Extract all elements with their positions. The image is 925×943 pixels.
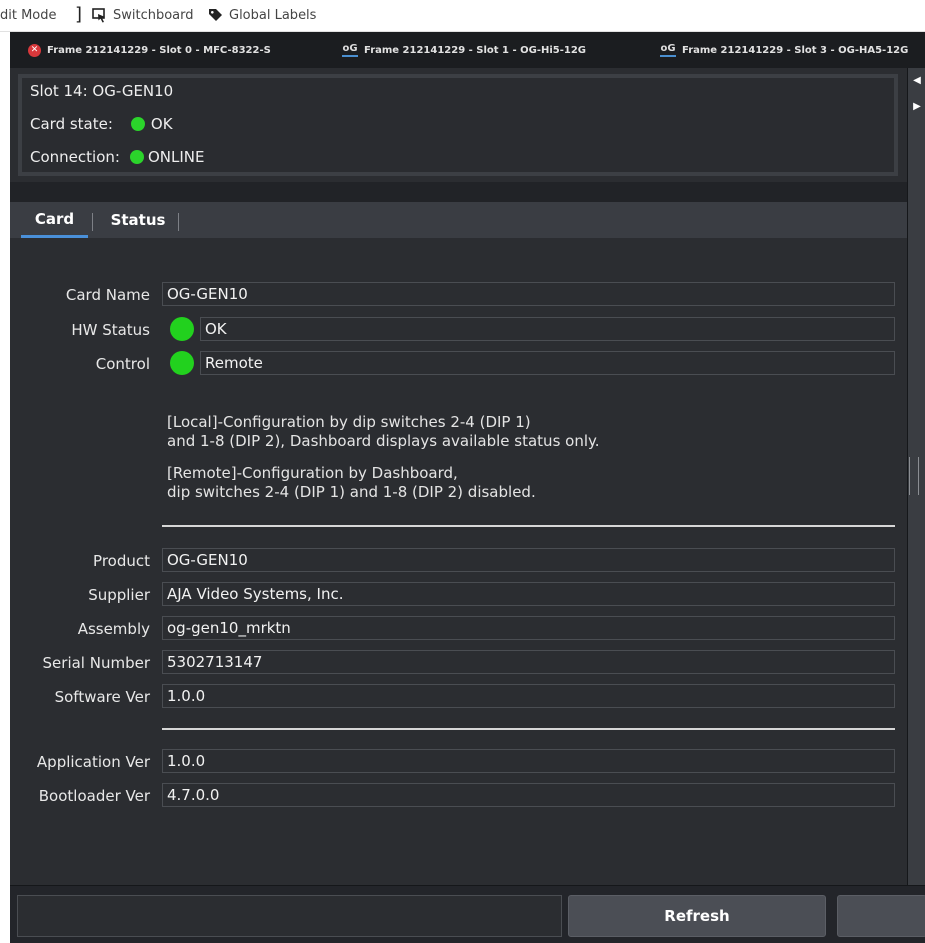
- hw-status-field: OK: [200, 317, 895, 341]
- dashboard-app: ✕ Frame 212141229 - Slot 0 - MFC-8322-S …: [10, 32, 925, 943]
- tab-status[interactable]: Status: [102, 202, 174, 238]
- bootloader-ver-field: 4.7.0.0: [162, 783, 895, 807]
- switchboard-button[interactable]: Switchboard: [92, 8, 194, 23]
- slot-info-panel: Slot 14: OG-GEN10 Card state: OK Connect…: [18, 74, 898, 176]
- software-ver-field: 1.0.0: [162, 684, 895, 708]
- connection-row: Connection: ONLINE: [30, 148, 204, 166]
- serial-number-label: Serial Number: [42, 654, 150, 672]
- og-card-icon: oG: [660, 43, 676, 57]
- bootloader-ver-label: Bootloader Ver: [38, 787, 150, 805]
- edit-mode-button[interactable]: dit Mode: [0, 8, 57, 23]
- frame-tab-label: Frame 212141229 - Slot 3 - OG-HA5-12G: [682, 44, 909, 56]
- scroll-left-icon[interactable]: ◀: [911, 74, 923, 86]
- card-name-label: Card Name: [65, 286, 150, 304]
- frame-tab-label: Frame 212141229 - Slot 1 - OG-Hi5-12G: [364, 44, 587, 56]
- secondary-button[interactable]: [837, 895, 925, 937]
- frame-tab-label: Frame 212141229 - Slot 0 - MFC-8322-S: [47, 44, 271, 56]
- card-sub-tabs: Card Status: [10, 202, 907, 238]
- connection-value: ONLINE: [147, 148, 205, 166]
- control-led-icon: [170, 351, 194, 375]
- card-state-value: OK: [150, 115, 173, 133]
- supplier-label: Supplier: [88, 586, 150, 604]
- frame-tab-slot-3[interactable]: oG Frame 212141229 - Slot 3 - OG-HA5-12G: [660, 32, 925, 68]
- frame-tab-slot-0[interactable]: ✕ Frame 212141229 - Slot 0 - MFC-8322-S: [28, 32, 328, 68]
- tab-divider: [92, 213, 93, 231]
- tag-icon: [209, 9, 222, 21]
- application-ver-label: Application Ver: [36, 753, 150, 771]
- switchboard-icon: [92, 8, 105, 23]
- status-led-icon: [129, 150, 144, 164]
- tab-divider: [178, 213, 179, 231]
- remote-config-note: [Remote]-Configuration by Dashboard, dip…: [167, 464, 536, 501]
- software-ver-label: Software Ver: [54, 688, 150, 706]
- hw-status-led-icon: [170, 317, 194, 341]
- hw-status-label: HW Status: [71, 321, 150, 339]
- close-icon[interactable]: ✕: [28, 43, 41, 57]
- assembly-label: Assembly: [77, 620, 150, 638]
- status-led-icon: [130, 117, 145, 131]
- separator-band: [10, 182, 907, 202]
- bracket-divider: ]: [75, 4, 83, 25]
- edit-mode-label: dit Mode: [0, 8, 57, 23]
- refresh-button[interactable]: Refresh: [568, 895, 826, 937]
- top-toolbar: dit Mode ] Switchboard Global Labels: [0, 0, 925, 32]
- application-ver-field: 1.0.0: [162, 749, 895, 773]
- product-field: OG-GEN10: [162, 548, 895, 572]
- serial-number-field: 5302713147: [162, 650, 895, 674]
- control-label: Control: [95, 355, 150, 373]
- card-state-row: Card state: OK: [30, 115, 173, 133]
- supplier-field: AJA Video Systems, Inc.: [162, 582, 895, 606]
- switchboard-label: Switchboard: [113, 8, 194, 23]
- scroll-right-icon[interactable]: ▶: [911, 100, 923, 112]
- bottom-action-bar: Refresh: [10, 885, 925, 943]
- connection-label: Connection:: [30, 148, 120, 166]
- global-labels-button[interactable]: Global Labels: [208, 8, 316, 23]
- section-divider: [162, 728, 895, 730]
- card-state-label: Card state:: [30, 115, 113, 133]
- frame-tab-strip: ✕ Frame 212141229 - Slot 0 - MFC-8322-S …: [10, 32, 925, 68]
- global-labels-label: Global Labels: [229, 8, 317, 23]
- resize-handle[interactable]: [909, 457, 919, 495]
- og-card-icon: oG: [342, 43, 358, 57]
- status-message-field: [17, 895, 562, 937]
- control-field: Remote: [200, 351, 895, 375]
- product-label: Product: [93, 552, 150, 570]
- card-name-field[interactable]: OG-GEN10: [162, 282, 895, 306]
- local-config-note: [Local]-Configuration by dip switches 2-…: [167, 413, 600, 450]
- tab-card[interactable]: Card: [21, 202, 88, 238]
- slot-title: Slot 14: OG-GEN10: [30, 82, 174, 100]
- frame-tab-slot-1[interactable]: oG Frame 212141229 - Slot 1 - OG-Hi5-12G: [342, 32, 642, 68]
- section-divider: [162, 525, 895, 527]
- assembly-field: og-gen10_mrktn: [162, 616, 895, 640]
